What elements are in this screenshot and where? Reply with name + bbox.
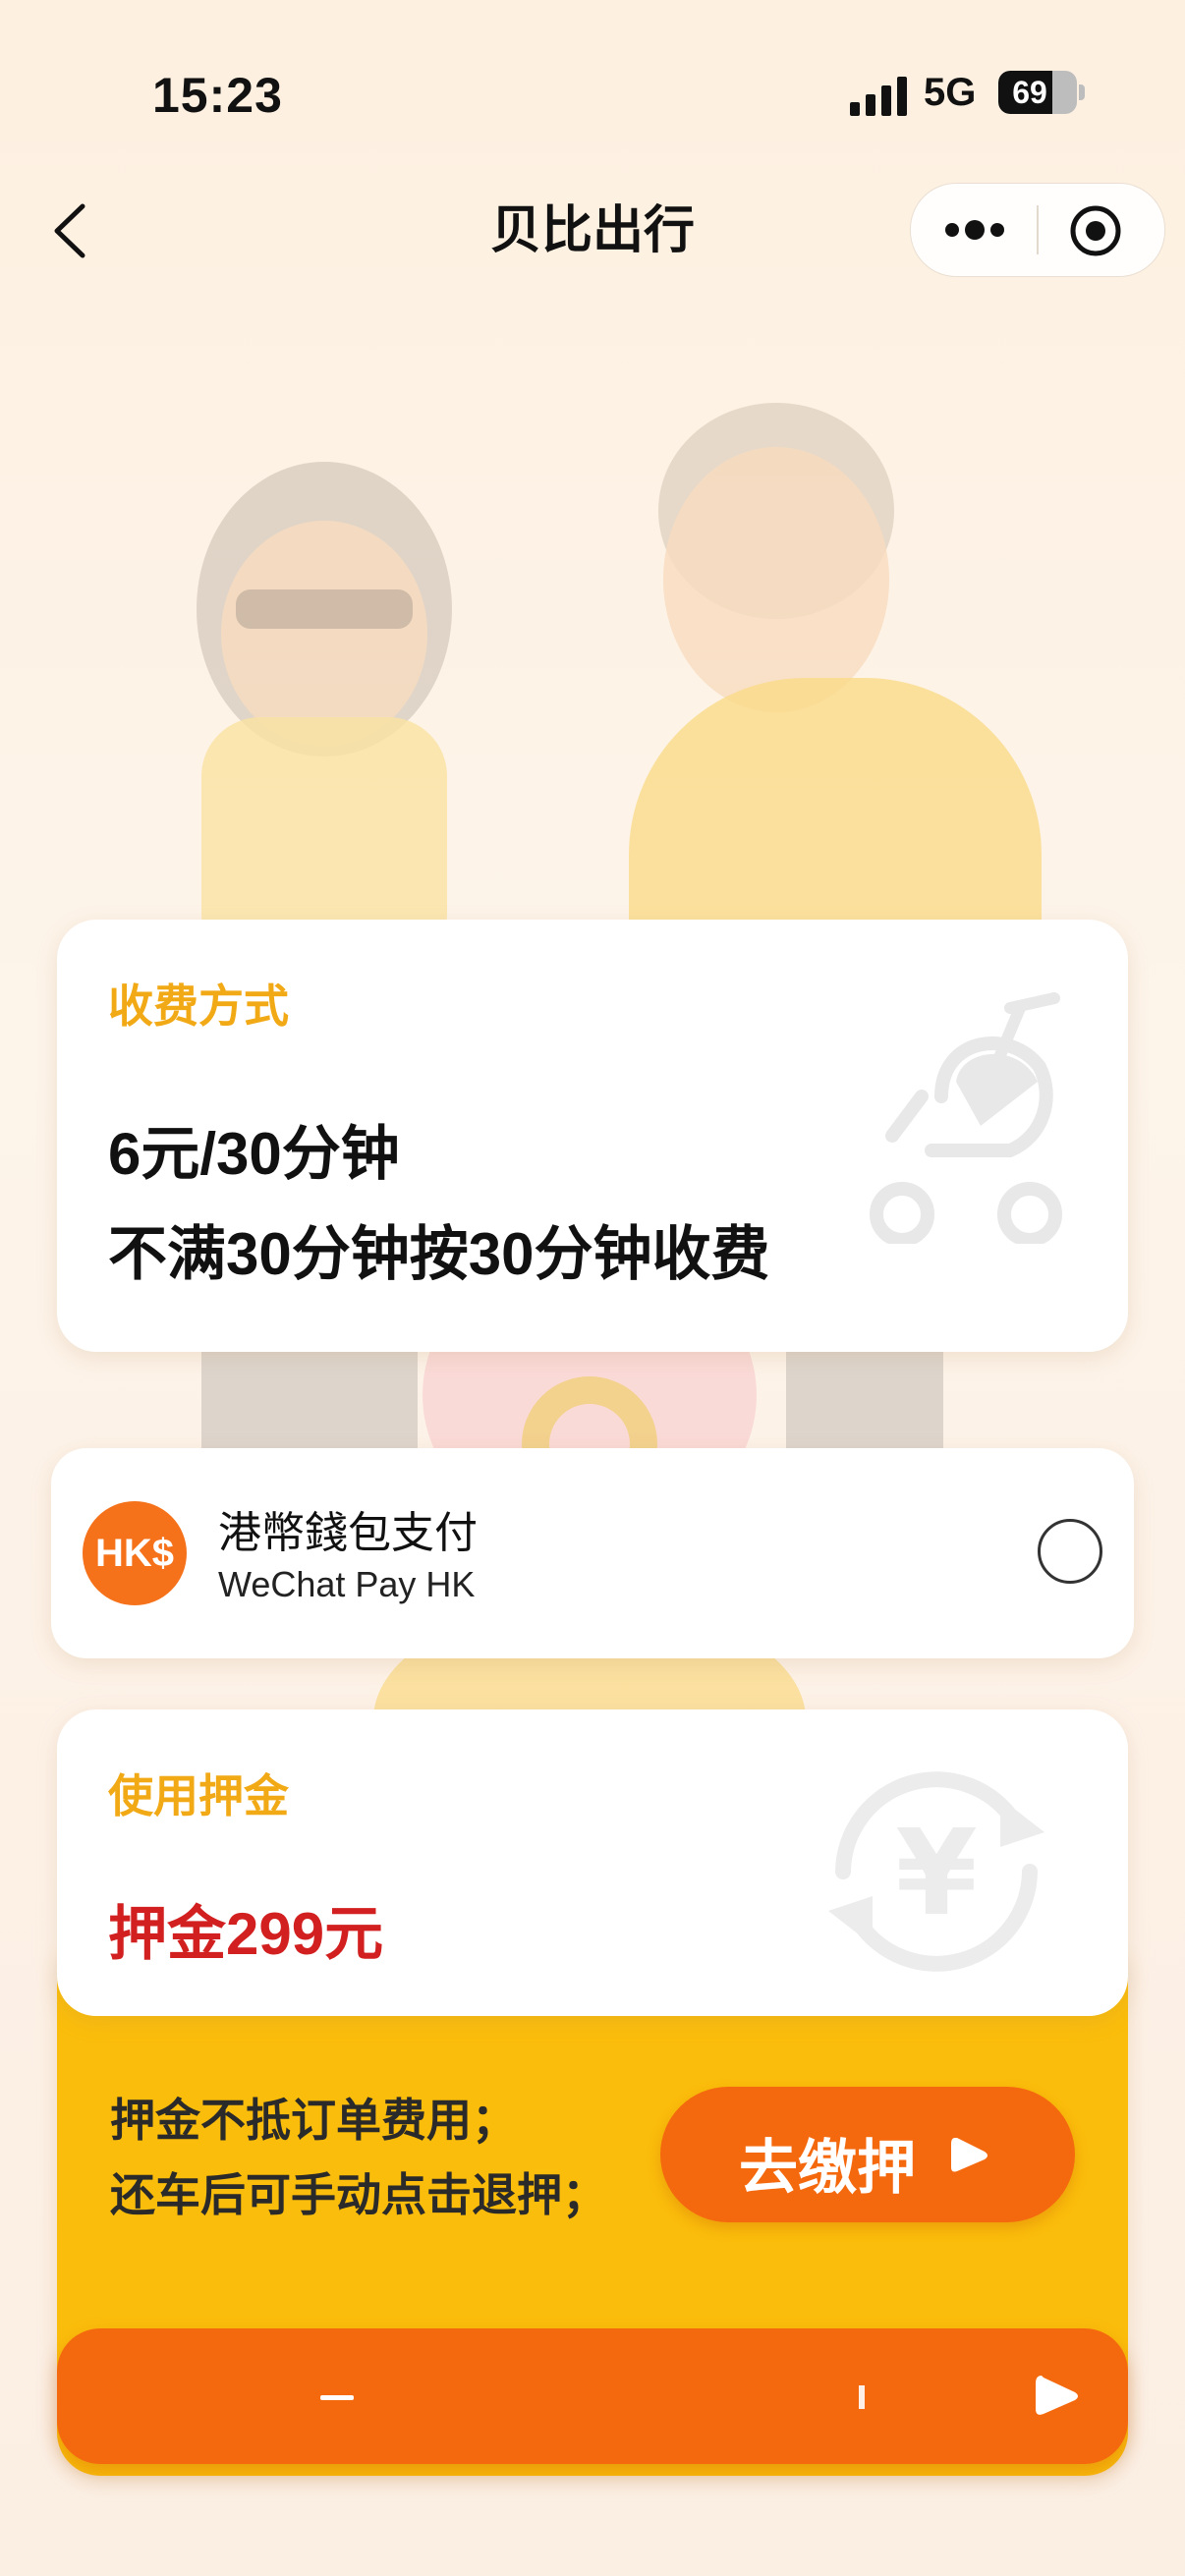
payment-method-title: 港幣錢包支付 (218, 1509, 478, 1557)
battery-icon: 69 (998, 71, 1077, 114)
payment-method-option[interactable]: HK$ 港幣錢包支付 WeChat Pay HK (51, 1448, 1134, 1658)
signal-icon (850, 77, 907, 116)
more-icon[interactable] (940, 209, 1009, 251)
pricing-rule: 不满30分钟按30分钟收费 (108, 1221, 770, 1287)
pay-deposit-label: 去缴押 (739, 2135, 916, 2201)
pricing-label: 收费方式 (108, 980, 289, 1032)
deposit-notes: 押金不抵订单费用； 还车后可手动点击退押； (110, 2083, 607, 2232)
battery-tip (1079, 84, 1085, 100)
deposit-note-2: 还车后可手动点击退押； (110, 2169, 607, 2220)
stroller-icon (870, 992, 1062, 1244)
wechat-pay-hk-logo: HK$ (83, 1501, 187, 1605)
network-type: 5G (924, 71, 977, 114)
battery-level: 69 (1012, 75, 1047, 110)
play-icon (951, 2138, 988, 2172)
button-text-fragment (320, 2395, 354, 2400)
pay-deposit-button[interactable]: 去缴押 (660, 2087, 1075, 2222)
pricing-card: 收费方式 6元/30分钟 不满30分钟按30分钟收费 (57, 920, 1128, 1352)
deposit-note-1: 押金不抵订单费用； (110, 2095, 517, 2146)
svg-text:¥: ¥ (895, 1806, 978, 1942)
yen-refund-icon: ¥ (828, 1771, 1044, 1972)
play-icon (1036, 2376, 1078, 2415)
status-time: 15:23 (152, 68, 283, 123)
payment-method-subtitle: WeChat Pay HK (218, 1564, 476, 1604)
page-title: 贝比出行 (489, 202, 695, 259)
deposit-amount: 押金299元 (108, 1901, 384, 1967)
back-arrow-icon[interactable] (39, 196, 98, 265)
capsule-divider (1037, 205, 1039, 254)
pricing-rate: 6元/30分钟 (108, 1121, 400, 1187)
button-text-fragment (859, 2385, 865, 2409)
bottom-action-button[interactable] (57, 2328, 1128, 2464)
deposit-card: 使用押金 押金299元 ¥ (57, 1709, 1128, 2016)
deposit-label: 使用押金 (108, 1770, 289, 1821)
close-mini-program-icon[interactable] (1068, 203, 1123, 258)
payment-radio[interactable] (1038, 1519, 1102, 1584)
mini-program-capsule (910, 183, 1165, 277)
